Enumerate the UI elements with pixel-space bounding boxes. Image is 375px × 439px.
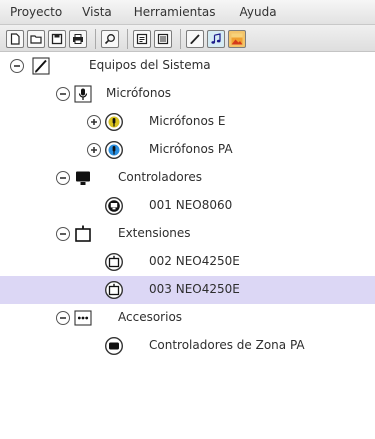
toolbar-separator [95,29,96,49]
controller-device-icon [104,196,124,216]
toolbar-separator [127,29,128,49]
open-button[interactable] [27,30,45,48]
tree-label: 002 NEO4250E [149,254,240,268]
save-button[interactable] [48,30,66,48]
pen-icon [31,56,51,76]
tree-node-extension-2[interactable]: 003 NEO4250E [0,276,375,304]
tree-label: 003 NEO4250E [149,282,240,296]
menu-vista[interactable]: Vista [82,5,112,19]
system-tree: Equipos del Sistema Micrófonos Micrófono… [0,52,375,439]
tree-node-controller-1[interactable]: 001 NEO8060 [0,192,375,220]
extension-device-icon [104,280,124,300]
collapse-icon[interactable] [56,227,70,241]
collapse-icon[interactable] [56,87,70,101]
extension-device-icon [104,252,124,272]
tree-node-accessories[interactable]: Accesorios [0,304,375,332]
tree-label: Micrófonos E [149,114,226,128]
microphone-pa-icon [104,140,124,160]
tree-node-extensions[interactable]: Extensiones [0,220,375,248]
more-dots-icon [73,308,93,328]
tree-label: Micrófonos [106,86,172,100]
image-icon [231,33,243,45]
open-folder-icon [30,35,42,44]
new-file-button[interactable] [6,30,24,48]
tree-label: 001 NEO8060 [149,198,233,212]
properties-button[interactable] [133,30,151,48]
collapse-icon[interactable] [56,171,70,185]
microphone-e-icon [104,112,124,132]
properties-icon [136,33,148,45]
microphone-icon [73,84,93,104]
tree-node-extension-1[interactable]: 002 NEO4250E [0,248,375,276]
search-button[interactable] [101,30,119,48]
tree-label: Accesorios [118,310,183,324]
tree-label: Equipos del Sistema [89,58,211,72]
pen-icon [190,34,200,45]
tree-label: Controladores de Zona PA [149,338,305,352]
save-icon [51,33,63,45]
tree-node-controllers[interactable]: Controladores [0,164,375,192]
tree-node-microphones-e[interactable]: Micrófonos E [0,108,375,136]
music-button[interactable] [207,30,225,48]
music-note-icon [211,33,221,44]
zone-controller-icon [104,336,124,356]
menu-bar: Proyecto Vista Herramientas Ayuda [0,0,375,25]
expand-icon[interactable] [87,143,101,157]
monitor-icon [73,168,93,188]
collapse-icon[interactable] [10,59,24,73]
tree-label: Micrófonos PA [149,142,233,156]
print-button[interactable] [69,30,87,48]
tree-node-microphones-pa[interactable]: Micrófonos PA [0,136,375,164]
menu-ayuda[interactable]: Ayuda [240,5,277,19]
pen-button[interactable] [186,30,204,48]
toolbar-separator [180,29,181,49]
toolbar [0,25,375,52]
menu-herramientas[interactable]: Herramientas [134,5,216,19]
image-button[interactable] [228,30,246,48]
collapse-icon[interactable] [56,311,70,325]
expand-icon[interactable] [87,115,101,129]
extension-icon [73,224,93,244]
list-button[interactable] [154,30,172,48]
tree-node-zone-controllers[interactable]: Controladores de Zona PA [0,332,375,360]
tree-label: Extensiones [118,226,191,240]
tree-label: Controladores [118,170,202,184]
tree-node-root[interactable]: Equipos del Sistema [0,52,375,80]
menu-proyecto[interactable]: Proyecto [10,5,62,19]
print-icon [73,34,83,44]
search-icon [104,34,115,45]
new-file-icon [10,33,20,45]
list-icon [157,33,169,45]
tree-node-microphones[interactable]: Micrófonos [0,80,375,108]
